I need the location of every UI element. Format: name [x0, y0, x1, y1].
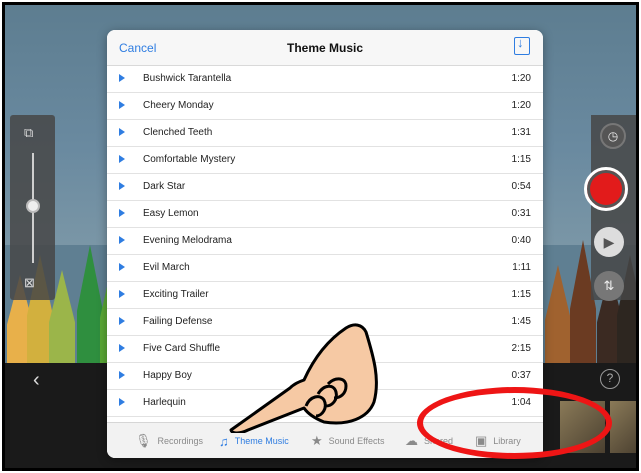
zoom-panel: ⧉ ⊠: [10, 115, 55, 300]
track-row[interactable]: Easy Lemon 0:31: [107, 201, 543, 228]
star-icon: ★: [311, 433, 323, 448]
play-icon[interactable]: [119, 236, 125, 244]
tab-sound-effects[interactable]: ★ Sound Effects: [311, 431, 385, 451]
layers-icon[interactable]: ⧉: [24, 125, 33, 141]
play-icon[interactable]: [119, 155, 125, 163]
play-icon[interactable]: [119, 290, 125, 298]
track-row[interactable]: Exciting Trailer 1:15: [107, 282, 543, 309]
track-name: Harlequin: [143, 397, 186, 408]
track-name: Comfortable Mystery: [143, 154, 236, 165]
track-name: Clenched Teeth: [143, 127, 213, 138]
play-icon[interactable]: [119, 182, 125, 190]
track-row[interactable]: Evening Melodrama 0:40: [107, 228, 543, 255]
grid-icon[interactable]: ⊠: [24, 275, 35, 291]
tab-theme-music[interactable]: ♫ Theme Music: [219, 431, 289, 451]
microphone-icon: 🎙︎: [135, 433, 152, 448]
play-icon[interactable]: [119, 209, 125, 217]
track-duration: 0:54: [511, 181, 531, 192]
record-icon[interactable]: [584, 167, 628, 211]
play-icon[interactable]: [119, 263, 125, 271]
track-duration: 1:15: [511, 154, 531, 165]
download-icon[interactable]: [514, 35, 530, 55]
track-duration: 1:20: [511, 73, 531, 84]
track-row[interactable]: Bushwick Tarantella 1:20: [107, 66, 543, 93]
play-icon[interactable]: [119, 101, 125, 109]
track-name: Bushwick Tarantella: [143, 73, 232, 84]
play-icon[interactable]: ▶: [594, 227, 624, 257]
cloud-icon: ☁: [405, 433, 418, 448]
tab-recordings[interactable]: 🎙︎ Recordings: [135, 431, 203, 451]
track-name: Easy Lemon: [143, 208, 199, 219]
tab-label: Theme Music: [234, 436, 289, 446]
track-name: Happy Boy: [143, 370, 192, 381]
highlight-oval: [417, 387, 612, 459]
track-duration: 1:15: [511, 289, 531, 300]
track-duration: 0:31: [511, 208, 531, 219]
track-name: Dark Star: [143, 181, 186, 192]
track-name: Failing Defense: [143, 316, 213, 327]
track-row[interactable]: Cheery Monday 1:20: [107, 93, 543, 120]
track-duration: 0:37: [511, 370, 531, 381]
mixer-icon[interactable]: ⇅: [594, 271, 624, 301]
track-duration: 1:11: [512, 262, 531, 273]
play-icon[interactable]: [119, 74, 125, 82]
zoom-slider-knob[interactable]: [26, 199, 40, 213]
clip-thumbnail[interactable]: [610, 401, 636, 453]
play-icon[interactable]: [119, 371, 125, 379]
track-name: Cheery Monday: [143, 100, 214, 111]
play-icon[interactable]: [119, 128, 125, 136]
track-duration: 0:40: [511, 235, 531, 246]
pointing-hand-icon: [229, 323, 378, 433]
track-name: Evening Melodrama: [143, 235, 232, 246]
help-icon[interactable]: ?: [600, 369, 620, 389]
track-name: Exciting Trailer: [143, 289, 209, 300]
modal-header: Cancel Theme Music: [107, 30, 543, 66]
track-name: Evil March: [143, 262, 190, 273]
track-row[interactable]: Clenched Teeth 1:31: [107, 120, 543, 147]
track-duration: 1:31: [511, 127, 531, 138]
tab-label: Recordings: [157, 436, 204, 446]
play-icon[interactable]: [119, 398, 125, 406]
chevron-left-icon[interactable]: ‹: [33, 369, 40, 392]
timer-icon[interactable]: ◷: [600, 123, 626, 149]
track-row[interactable]: Evil March 1:11: [107, 255, 543, 282]
music-note-icon: ♫: [219, 433, 229, 449]
track-row[interactable]: Comfortable Mystery 1:15: [107, 147, 543, 174]
play-icon[interactable]: [119, 344, 125, 352]
page-title: Theme Music: [286, 41, 364, 55]
track-name: Five Card Shuffle: [143, 343, 221, 354]
track-row[interactable]: Dark Star 0:54: [107, 174, 543, 201]
play-icon[interactable]: [119, 317, 125, 325]
track-duration: 1:45: [511, 316, 531, 327]
track-duration: 1:20: [511, 100, 531, 111]
tab-label: Sound Effects: [328, 436, 385, 446]
track-duration: 2:15: [511, 343, 531, 354]
